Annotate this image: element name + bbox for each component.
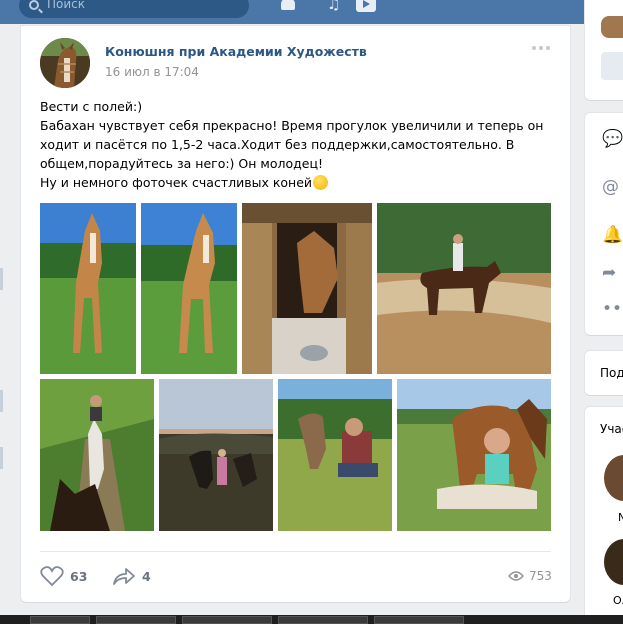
more-actions-icon[interactable] (532, 46, 550, 50)
share-arrow-icon[interactable]: ➦ (602, 263, 616, 283)
heart-icon (40, 566, 64, 586)
post-text-line: Бабахан чувствует себя прекрасно! Время … (40, 118, 544, 171)
smiling-face-icon (313, 175, 329, 190)
share-arrow-icon (113, 568, 135, 585)
left-edge-marker (0, 268, 3, 290)
search-icon (29, 0, 39, 10)
right-actions-card: 💬 @ 🔔 ➦ ••• (585, 113, 623, 335)
members-label[interactable]: Учас (600, 422, 623, 436)
eye-icon (508, 571, 524, 581)
likes-count: 63 (70, 568, 88, 584)
post-text-line: Ну и немного фоточек счастливых коней (40, 173, 555, 192)
section-label[interactable]: Под (600, 366, 623, 380)
post-photo[interactable] (159, 379, 273, 531)
post-photo[interactable] (40, 203, 136, 374)
search-placeholder: Поиск (47, 0, 86, 11)
post-footer-divider (40, 551, 551, 552)
search-input[interactable]: Поиск (19, 0, 249, 18)
views-count: 753 (529, 569, 552, 583)
member-avatar[interactable] (604, 455, 623, 501)
author-avatar[interactable] (40, 38, 90, 88)
right-section-card: Под (585, 351, 623, 395)
share-button[interactable]: 4 (112, 566, 151, 586)
taskbar-item[interactable] (96, 616, 176, 624)
taskbar-item[interactable] (30, 616, 90, 624)
os-taskbar (0, 615, 623, 624)
shares-count: 4 (142, 568, 151, 584)
bell-icon[interactable] (281, 0, 295, 10)
views-counter: 753 (508, 569, 552, 583)
play-icon[interactable] (356, 0, 376, 12)
group-thumbnail[interactable] (601, 16, 623, 38)
post-photo[interactable] (141, 203, 237, 374)
music-icon[interactable]: ♫ (327, 0, 340, 12)
taskbar-item[interactable] (278, 616, 368, 624)
at-sign-icon[interactable]: @ (602, 177, 619, 197)
member-avatar[interactable] (604, 539, 623, 585)
message-icon[interactable]: 💬 (602, 129, 623, 149)
member-name[interactable]: N (618, 511, 623, 524)
top-navigation-bar: Поиск ♫ (0, 0, 623, 24)
post-text-line: Вести с полей:) (40, 99, 143, 114)
post-photo[interactable] (377, 203, 551, 374)
left-edge-marker (0, 390, 3, 412)
bell-icon[interactable]: 🔔 (602, 225, 623, 245)
left-edge-marker (0, 447, 3, 469)
taskbar-item[interactable] (374, 616, 464, 624)
post-date[interactable]: 16 июл в 17:04 (105, 65, 199, 79)
members-card: Учас N O. (585, 407, 623, 624)
like-button[interactable]: 63 (40, 566, 87, 586)
post-photo[interactable] (40, 379, 154, 531)
right-profile-card (585, 0, 623, 100)
member-name[interactable]: O. (613, 594, 623, 607)
post-text: Вести с полей:) Бабахан чувствует себя п… (40, 97, 555, 192)
post-photo[interactable] (278, 379, 392, 531)
post-photo[interactable] (242, 203, 372, 374)
more-horizontal-icon[interactable]: ••• (602, 299, 623, 319)
post-author-link[interactable]: Конюшня при Академии Художеств (105, 44, 367, 59)
taskbar-item[interactable] (182, 616, 272, 624)
wall-post: Конюшня при Академии Художеств 16 июл в … (21, 26, 570, 602)
post-photo[interactable] (397, 379, 551, 531)
group-action-button[interactable] (601, 52, 623, 80)
